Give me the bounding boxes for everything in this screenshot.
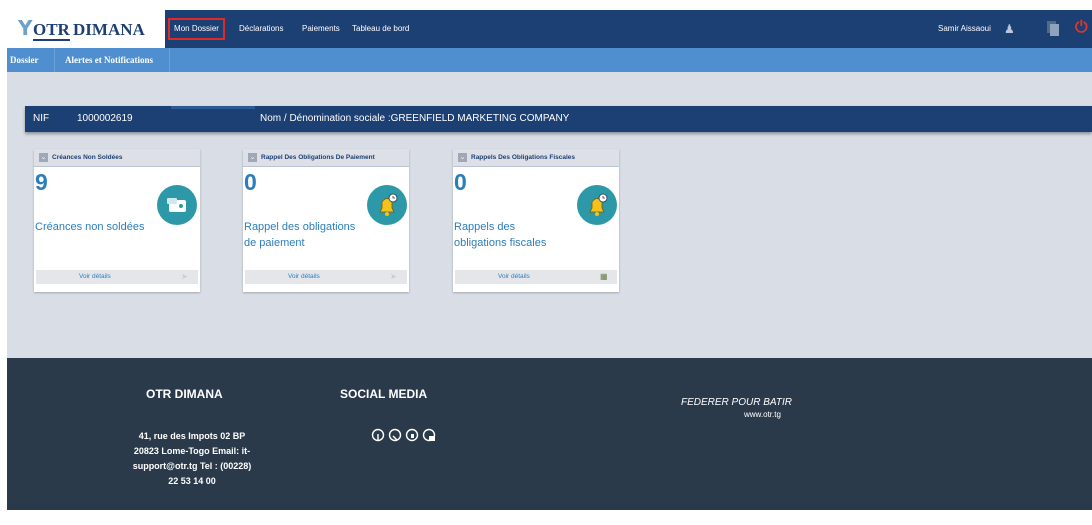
footer-address: 41, rue des Impots 02 BP 20823 Lome-Togo… [107,429,277,489]
card-title: Rappels Des Obligations Fiscales [471,154,576,161]
card-label-line-1: Rappels des [454,221,516,233]
card-header[interactable]: ⌄ Rappels Des Obligations Fiscales [453,149,619,167]
nav-mon-dossier[interactable]: Mon Dossier [168,18,225,40]
page-footer: OTR DIMANA 41, rue des Impots 02 BP 2082… [7,358,1092,510]
chevron-down-icon[interactable]: ⌄ [248,153,257,162]
card-title: Créances Non Soldées [52,154,123,161]
address-line: 41, rue des Impots 02 BP [138,431,246,441]
details-link-text[interactable]: Voir détails [288,270,320,284]
chevron-down-icon[interactable]: ⌄ [458,153,467,162]
bar-shade [171,106,255,109]
card-label-line-1: Rappel des obligations [244,221,356,233]
card-label-line-2: de paiement [244,237,305,249]
wallet-icon [157,185,197,225]
card-count: 9 [35,169,48,195]
subnav-divider [169,48,170,72]
details-link[interactable]: Voir détails ▦ [455,270,617,284]
facebook-icon[interactable] [371,428,385,442]
logo-otr-text: OTR [33,20,70,41]
power-icon[interactable]: ⏻ [1075,19,1088,37]
logo-dimana-text: DIMANA [73,20,145,39]
nif-value: 1000002619 [77,113,133,124]
address-line: 22 53 14 00 [168,476,216,486]
footer-slogan: FEDERER POUR BATIR [681,397,792,408]
twitter-icon[interactable] [388,428,402,442]
user-icon[interactable]: ♟ [1004,22,1015,36]
nif-label: NIF [33,113,50,124]
card-count: 0 [454,169,467,195]
wallet-icon-svg [167,198,186,212]
nav-tableau-de-bord[interactable]: Tableau de bord [352,10,409,48]
app-frame: Y OTR DIMANA Mon Dossier Déclarations Pa… [7,10,1092,510]
user-name[interactable]: Samir Aissaoui [938,10,991,48]
card-rappel-obligations-paiement: ⌄ Rappel Des Obligations De Paiement 0 R… [243,149,409,292]
details-link-text[interactable]: Voir détails [498,270,530,284]
bell-clock-icon-svg [379,193,398,216]
bell-clock-icon [577,185,617,225]
card-label-line-2: obligations fiscales [454,237,547,249]
taxpayer-info-bar: NIF 1000002619 Nom / Dénomination social… [25,106,1092,132]
nav-declarations[interactable]: Déclarations [239,10,283,48]
bell-clock-icon [367,185,407,225]
google-plus-icon[interactable] [405,428,419,442]
details-link[interactable]: Voir détails ➤ [36,270,198,284]
details-link-text[interactable]: Voir détails [79,270,111,284]
nav-paiements[interactable]: Paiements [302,10,340,48]
footer-brand: OTR DIMANA [146,387,223,401]
footer-website[interactable]: www.otr.tg [744,410,781,420]
taxpayer-name: Nom / Dénomination sociale :GREENFIELD M… [260,113,570,124]
chevron-down-icon[interactable]: ⌄ [39,153,48,162]
top-navbar: Y OTR DIMANA Mon Dossier Déclarations Pa… [7,10,1092,48]
arrow-right-icon[interactable]: ➤ [390,270,397,284]
document-icon[interactable] [1047,21,1059,36]
subnav-alertes-notifications[interactable]: Alertes et Notifications [65,48,153,72]
arrow-right-icon[interactable]: ➤ [181,270,188,284]
sub-navbar: Dossier Alertes et Notifications [7,48,1092,72]
bell-clock-icon-svg [589,193,608,216]
otr-logo[interactable]: Y OTR DIMANA [7,10,165,48]
card-title: Rappel Des Obligations De Paiement [261,154,375,161]
card-rappels-obligations-fiscales: ⌄ Rappels Des Obligations Fiscales 0 Rap… [453,149,619,292]
address-line: 20823 Lome-Togo Email: it- [133,446,251,456]
social-media-title: SOCIAL MEDIA [340,387,428,401]
card-header[interactable]: ⌄ Rappel Des Obligations De Paiement [243,149,409,167]
export-icon[interactable]: ▦ [600,270,608,284]
card-header[interactable]: ⌄ Créances Non Soldées [34,149,200,167]
linkedin-icon[interactable] [422,428,436,442]
subnav-divider [54,48,55,72]
logo-mark-icon: Y [18,16,33,40]
subnav-dossier[interactable]: Dossier [10,48,39,72]
details-link[interactable]: Voir détails ➤ [245,270,407,284]
card-creances-non-soldees: ⌄ Créances Non Soldées 9 Créances non so… [34,149,200,292]
card-count: 0 [244,169,257,195]
card-label: Créances non soldées [35,221,145,233]
address-line: support@otr.tg Tel : (00228) [132,461,252,471]
